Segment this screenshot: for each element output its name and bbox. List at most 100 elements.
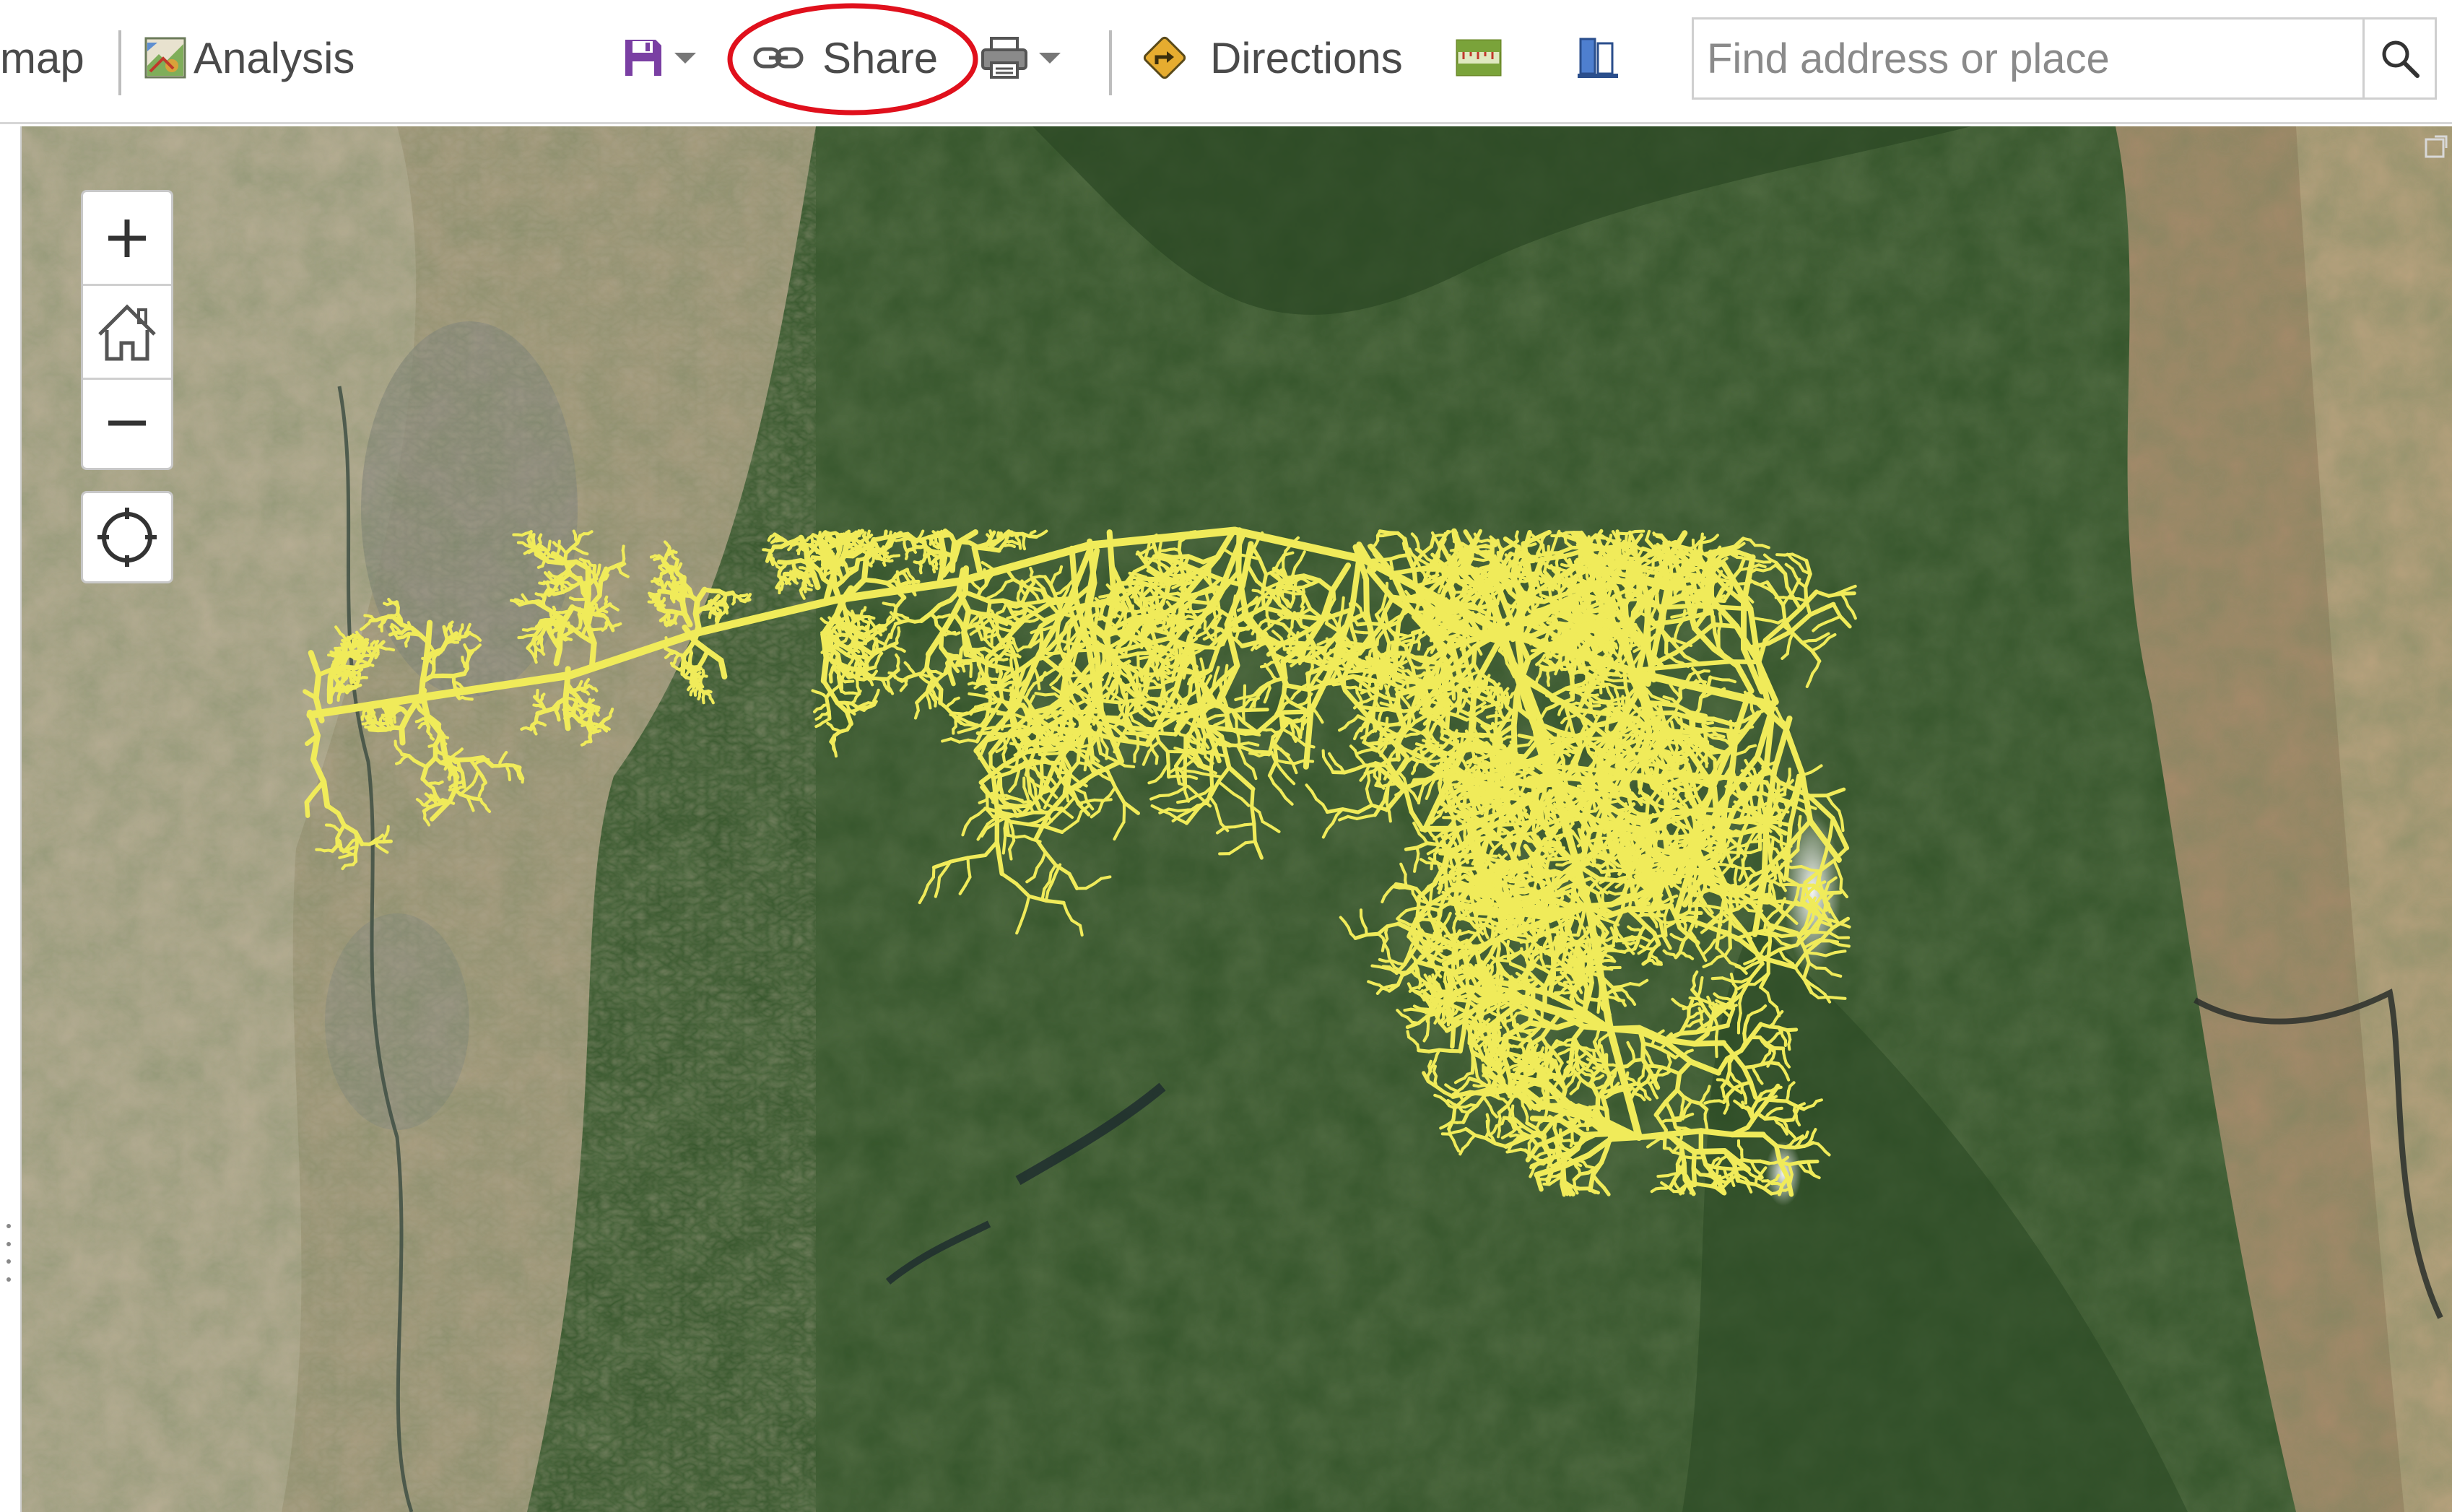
print-button[interactable] bbox=[980, 0, 1061, 116]
stream-segment bbox=[448, 624, 453, 630]
stream-segment bbox=[743, 593, 749, 597]
stream-segment bbox=[973, 684, 980, 690]
stream-segment bbox=[1129, 725, 1157, 732]
stream-segment bbox=[808, 583, 814, 588]
share-button[interactable]: Share bbox=[753, 0, 938, 116]
stream-segment bbox=[503, 750, 508, 757]
stream-segment bbox=[520, 726, 526, 731]
stream-segment bbox=[447, 773, 453, 779]
resize-grip-icon[interactable] bbox=[6, 1224, 12, 1282]
stream-segment bbox=[425, 820, 431, 827]
map-view[interactable] bbox=[22, 126, 2452, 1512]
stream-segment bbox=[1044, 898, 1066, 905]
directions-label: Directions bbox=[1210, 33, 1403, 82]
stream-segment bbox=[863, 606, 867, 612]
stream-segment bbox=[1038, 636, 1044, 653]
stream-segment bbox=[1013, 644, 1019, 651]
directions-button[interactable]: Directions bbox=[1141, 0, 1403, 116]
stream-segment bbox=[1002, 731, 1030, 738]
stream-segment bbox=[1058, 565, 1064, 574]
stream-segment bbox=[965, 853, 988, 860]
stream-segment bbox=[841, 537, 851, 559]
stream-segment bbox=[975, 731, 993, 735]
stream-segment bbox=[803, 588, 807, 594]
stream-segment bbox=[944, 613, 951, 618]
stream-segment bbox=[1029, 566, 1034, 574]
basemap-label: map bbox=[0, 33, 84, 82]
search-input[interactable] bbox=[1694, 19, 2362, 97]
basemap-button[interactable]: map bbox=[0, 0, 84, 116]
stream-segment bbox=[568, 596, 576, 601]
stream-segment bbox=[669, 661, 674, 668]
stream-segment bbox=[820, 654, 830, 684]
stream-segment bbox=[653, 557, 658, 562]
measure-button[interactable] bbox=[1455, 0, 1503, 116]
bookmarks-button[interactable] bbox=[1576, 0, 1620, 116]
stream-segment bbox=[355, 683, 362, 689]
stream-segment bbox=[508, 774, 512, 781]
stream-segment bbox=[664, 581, 669, 586]
stream-segment bbox=[997, 635, 1002, 642]
stream-segment bbox=[847, 549, 853, 554]
analysis-icon bbox=[144, 37, 186, 79]
print-dropdown-caret-icon[interactable] bbox=[1039, 52, 1061, 64]
save-button[interactable] bbox=[622, 0, 696, 116]
stream-segment bbox=[568, 690, 575, 695]
stream-segment bbox=[872, 669, 879, 677]
stream-segment bbox=[601, 609, 609, 614]
stream-segment bbox=[1055, 738, 1061, 747]
stream-segment bbox=[814, 716, 822, 721]
stream-segment bbox=[887, 671, 895, 675]
stream-segment bbox=[388, 630, 398, 637]
stream-segment bbox=[1029, 660, 1036, 677]
analysis-button[interactable]: Analysis bbox=[144, 0, 355, 116]
stream-segment bbox=[861, 556, 869, 583]
stream-segment bbox=[861, 637, 866, 642]
stream-segment bbox=[701, 669, 705, 675]
stream-segment bbox=[767, 536, 772, 542]
stream-segment bbox=[1124, 702, 1130, 718]
stream-segment bbox=[343, 677, 348, 682]
stream-segment bbox=[553, 623, 558, 629]
stream-segment bbox=[1122, 731, 1139, 736]
stream-segment bbox=[1123, 764, 1136, 768]
stream-segment bbox=[1137, 692, 1142, 703]
stream-segment bbox=[533, 730, 538, 736]
stream-segment bbox=[399, 725, 406, 746]
stream-segment bbox=[565, 703, 570, 708]
stream-segment bbox=[597, 563, 601, 571]
stream-segment bbox=[877, 651, 884, 658]
stream-segment bbox=[1007, 601, 1022, 606]
stream-segment bbox=[696, 671, 702, 676]
directions-icon bbox=[1141, 34, 1188, 82]
stream-segment bbox=[938, 687, 944, 705]
save-dropdown-caret-icon[interactable] bbox=[674, 52, 696, 64]
stream-segment bbox=[1009, 701, 1025, 707]
stream-segment bbox=[1026, 775, 1032, 796]
stream-segment bbox=[578, 557, 586, 562]
stream-segment bbox=[653, 599, 660, 607]
stream-segment bbox=[360, 626, 365, 631]
stream-segment bbox=[1009, 695, 1013, 703]
stream-segment bbox=[415, 797, 422, 804]
stream-segment bbox=[702, 698, 705, 705]
stream-segment bbox=[814, 723, 822, 729]
stream-segment bbox=[979, 634, 983, 642]
stream-segment bbox=[851, 654, 858, 660]
stream-segment bbox=[679, 575, 687, 587]
stream-segment bbox=[913, 713, 918, 720]
search-button[interactable] bbox=[2362, 19, 2435, 97]
stream-segment bbox=[856, 544, 863, 549]
stream-segment bbox=[1147, 672, 1157, 677]
side-panel-collapsed-rail[interactable] bbox=[0, 126, 22, 1512]
stream-segment bbox=[334, 625, 340, 632]
stream-segment bbox=[910, 538, 916, 542]
stream-segment bbox=[799, 570, 804, 575]
stream-segment bbox=[362, 703, 368, 708]
stream-segment bbox=[770, 561, 775, 567]
stream-segment bbox=[824, 533, 829, 539]
stream-segment bbox=[765, 555, 770, 563]
stream-segment bbox=[1013, 541, 1020, 546]
stream-segment bbox=[921, 673, 929, 678]
stream-segment bbox=[746, 598, 752, 602]
